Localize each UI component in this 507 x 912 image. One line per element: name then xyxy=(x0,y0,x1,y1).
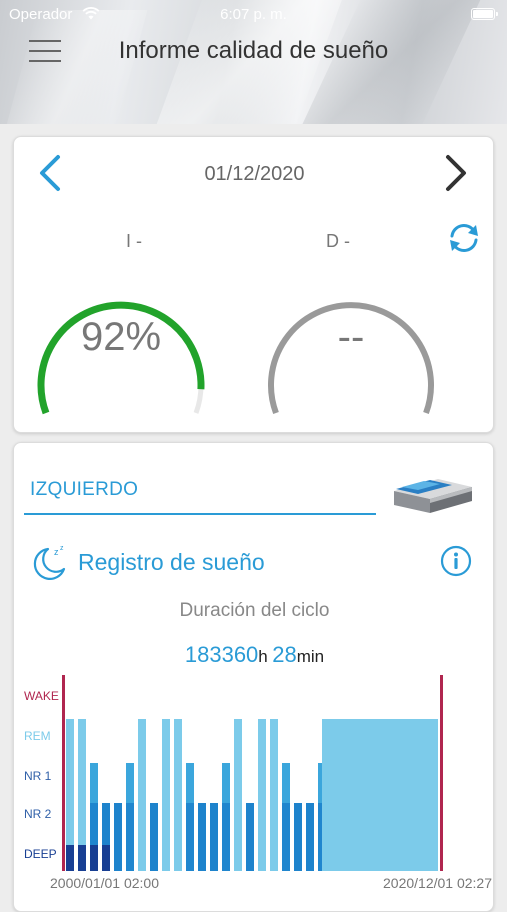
stage-bar-base xyxy=(306,803,314,871)
stage-bar-base xyxy=(186,803,194,871)
gauge-right-value: -- xyxy=(337,315,365,359)
cycle-hours-unit: h xyxy=(258,647,268,666)
header: Operador 6:07 p. m. Informe calidad de s… xyxy=(0,0,507,124)
sleep-record-title: Registro de sueño xyxy=(78,549,265,575)
stage-bar-base xyxy=(282,803,290,871)
date-label: 01/12/2020 xyxy=(204,163,305,185)
stage-bar-base xyxy=(114,803,122,871)
sleep-stage-chart: WAKE REM NR 1 NR 2 DEEP 2000/01/01 02:00 2020/… xyxy=(24,675,492,889)
stage-bar-deep xyxy=(66,845,74,871)
status-bar: Operador 6:07 p. m. xyxy=(0,0,507,28)
stage-bar-deep xyxy=(78,845,86,871)
end-marker xyxy=(440,675,443,871)
stage-bar-deep xyxy=(102,845,110,871)
stage-bar-base xyxy=(150,803,158,871)
stage-bar-base xyxy=(246,803,254,871)
side-name-label: IZQUIERDO xyxy=(30,479,139,500)
svg-text:z: z xyxy=(54,547,59,557)
cycle-duration-value: 183360h 28min xyxy=(14,642,495,668)
stage-bar-base xyxy=(126,803,134,871)
section-divider xyxy=(24,513,376,515)
moon-sleep-icon: z z xyxy=(33,545,66,580)
stage-bar-base xyxy=(198,803,206,871)
chevron-right-icon[interactable] xyxy=(442,153,470,193)
stage-bar-base xyxy=(294,803,302,871)
cycle-hours: 183360 xyxy=(184,642,259,667)
x-end-label: 2020/12/01 02:27 xyxy=(383,875,492,889)
gauge-left-value: 92% xyxy=(80,315,162,359)
sleep-card: IZQUIERDO z z Registro de sueño Duración… xyxy=(13,442,494,912)
battery-icon xyxy=(471,8,498,20)
stage-bar-base xyxy=(222,803,230,871)
page-title: Informe calidad de sueño xyxy=(118,37,389,64)
gauge-left-label: I - xyxy=(126,231,142,251)
cycle-minutes-unit: min xyxy=(296,647,325,666)
y-tick-label: REM xyxy=(24,729,51,743)
mattress-icon xyxy=(394,479,472,513)
cycle-minutes: 28 xyxy=(272,642,297,667)
stage-bar-final xyxy=(322,719,438,871)
summary-card: 01/12/2020 I - 92% D - -- xyxy=(13,136,494,433)
info-icon[interactable] xyxy=(440,545,472,577)
svg-text:z: z xyxy=(60,545,64,552)
stage-bar-deep xyxy=(90,845,98,871)
status-time: 6:07 p. m. xyxy=(220,6,287,23)
y-tick-label: NR 2 xyxy=(24,807,52,821)
y-tick-label: DEEP xyxy=(24,847,57,861)
x-start-label: 2000/01/01 02:00 xyxy=(50,875,159,889)
cycle-duration-label: Duración del ciclo xyxy=(179,600,330,621)
y-tick-label: WAKE xyxy=(24,689,59,703)
stage-bar-base xyxy=(210,803,218,871)
y-tick-label: NR 1 xyxy=(24,769,52,783)
gauge-right-label: D - xyxy=(326,231,350,251)
start-marker xyxy=(62,675,65,871)
refresh-icon[interactable] xyxy=(445,221,483,255)
